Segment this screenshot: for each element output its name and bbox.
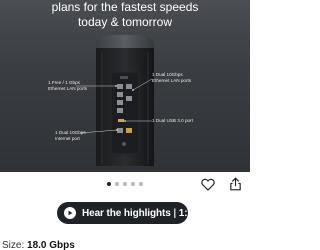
highlights-duration: 1:54 — [178, 207, 199, 219]
carousel-dot[interactable] — [123, 182, 127, 186]
product-page: plans for the fastest speeds today & tom… — [0, 0, 250, 250]
carousel-dot[interactable] — [107, 182, 111, 186]
carousel-dot[interactable] — [131, 182, 135, 186]
favorite-button[interactable] — [199, 175, 217, 193]
carousel-dot[interactable] — [139, 182, 143, 186]
product-image[interactable]: plans for the fastest speeds today & tom… — [0, 0, 250, 172]
router-illustration — [76, 35, 154, 166]
highlights-text: Hear the highlights — [82, 207, 171, 219]
highlights-separator: | — [173, 207, 179, 219]
hear-highlights-button[interactable]: Hear the highlights | 1:54 — [57, 202, 198, 224]
highlights-label: Hear the highlights | 1:54 — [82, 208, 198, 219]
size-label: Size: — [2, 240, 25, 250]
play-icon — [64, 207, 76, 219]
callout-usb-port: 1 Dual USB 3.0 port — [152, 118, 193, 124]
size-selector[interactable]: Size: 18.0 Gbps — [2, 240, 75, 250]
carousel-dot[interactable] — [115, 182, 119, 186]
callout-text: Ethernet LAN ports — [152, 77, 192, 83]
share-button[interactable] — [226, 175, 244, 193]
callout-internet-port: 1 Dual 10Gbps Internet port — [55, 130, 86, 141]
heart-outline-icon — [201, 178, 215, 191]
callout-text: 1 Dual USB 3.0 port — [152, 118, 193, 123]
callout-text: 1 Dual 10Gbps — [55, 130, 86, 135]
callout-text: Ethernet LAN ports — [48, 85, 88, 91]
callout-lan-ports-right: 1 Dual 10Gbps Ethernet LAN ports — [152, 72, 191, 83]
share-icon — [229, 177, 241, 191]
size-value: 18.0 Gbps — [27, 240, 75, 250]
callout-text: Internet port — [55, 135, 80, 141]
callout-lan-ports-left: 1 Free / 1 Gbps Ethernet LAN ports — [48, 80, 87, 91]
